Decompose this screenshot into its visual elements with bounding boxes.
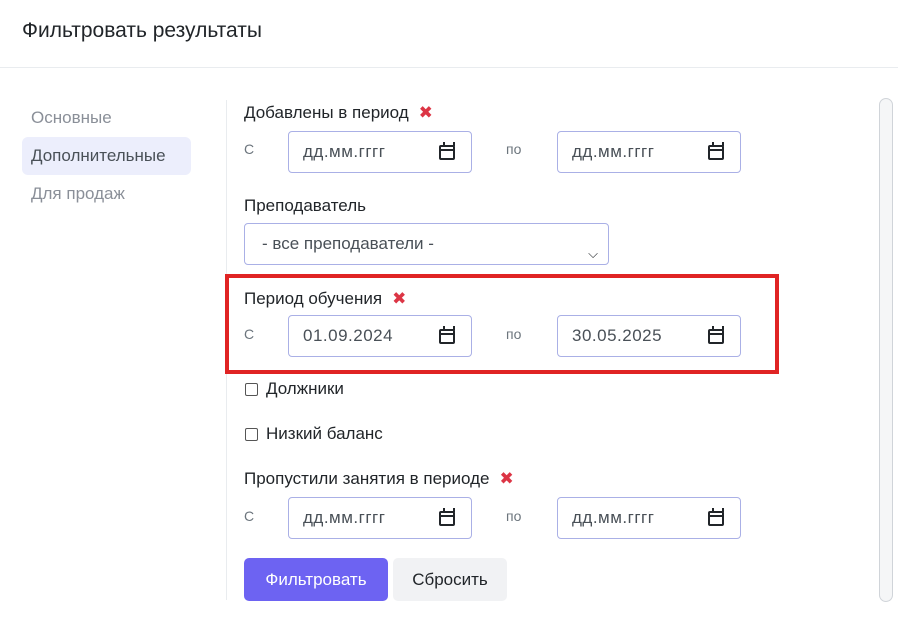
added-from-value: дд.мм.гггг [303, 142, 386, 161]
missed-period-group: Пропустили занятия в периоде ✖ [244, 469, 514, 489]
nav-item-sales[interactable]: Для продаж [22, 175, 192, 213]
debtors-checkbox[interactable] [245, 383, 258, 396]
missed-to-date-input[interactable]: дд.мм.гггг [557, 497, 741, 539]
study-to-value: 30.05.2025 [572, 326, 663, 345]
added-period-group: Добавлены в период ✖ [244, 103, 433, 123]
low-balance-checkbox[interactable] [245, 428, 258, 441]
missed-to-label: по [506, 508, 522, 524]
study-from-label: С [244, 326, 255, 342]
added-to-label: по [506, 141, 522, 157]
filter-nav: Основные Дополнительные Для продаж [22, 99, 192, 213]
close-icon[interactable]: ✖ [499, 469, 513, 488]
debtors-label: Должники [266, 379, 344, 398]
close-icon[interactable]: ✖ [419, 103, 433, 122]
filter-button[interactable]: Фильтровать [244, 558, 388, 601]
study-from-date-input[interactable]: 01.09.2024 [288, 315, 472, 357]
calendar-icon[interactable] [439, 508, 455, 526]
close-icon[interactable]: ✖ [392, 289, 406, 308]
teacher-label: Преподаватель [244, 196, 366, 215]
added-to-value: дд.мм.гггг [572, 142, 655, 161]
study-period-label: Период обучения [244, 289, 383, 308]
calendar-icon[interactable] [708, 508, 724, 526]
divider [226, 100, 227, 600]
study-to-label: по [506, 326, 522, 342]
study-from-value: 01.09.2024 [303, 326, 394, 345]
added-period-label: Добавлены в период [244, 103, 409, 122]
modal-body: Основные Дополнительные Для продаж Добав… [0, 68, 898, 622]
nav-item-main[interactable]: Основные [22, 99, 192, 137]
study-period-group: Период обучения ✖ [244, 289, 406, 309]
nav-item-additional[interactable]: Дополнительные [22, 137, 191, 175]
calendar-icon[interactable] [708, 142, 724, 160]
scrollbar[interactable] [879, 98, 893, 602]
calendar-icon[interactable] [708, 326, 724, 344]
missed-from-label: С [244, 508, 255, 524]
calendar-icon[interactable] [439, 326, 455, 344]
study-to-date-input[interactable]: 30.05.2025 [557, 315, 741, 357]
teacher-select[interactable]: - все преподаватели - ⌵ [244, 223, 609, 265]
teacher-selected-value: - все преподаватели - [262, 234, 434, 253]
modal-header: Фильтровать результаты [0, 0, 898, 68]
added-from-date-input[interactable]: дд.мм.гггг [288, 131, 472, 173]
added-to-date-input[interactable]: дд.мм.гггг [557, 131, 741, 173]
added-from-label: С [244, 141, 255, 157]
missed-period-label: Пропустили занятия в периоде [244, 469, 490, 488]
missed-from-date-input[interactable]: дд.мм.гггг [288, 497, 472, 539]
missed-to-value: дд.мм.гггг [572, 508, 655, 527]
low-balance-label: Низкий баланс [266, 424, 383, 443]
modal-title: Фильтровать результаты [22, 19, 262, 42]
chevron-down-icon: ⌵ [588, 246, 598, 261]
reset-button[interactable]: Сбросить [393, 558, 507, 601]
missed-from-value: дд.мм.гггг [303, 508, 386, 527]
calendar-icon[interactable] [439, 142, 455, 160]
